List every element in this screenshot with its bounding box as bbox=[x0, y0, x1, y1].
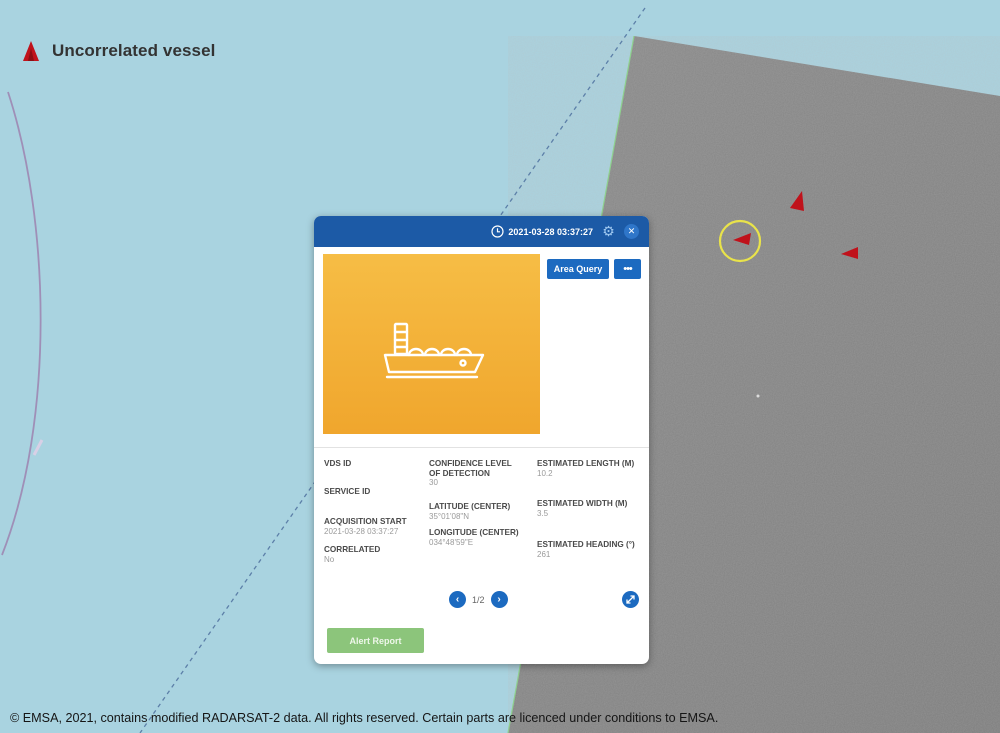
vessel-detail-popup: 2021-03-28 03:37:27 ⚙ ✕ Area Query ••• V… bbox=[314, 216, 649, 664]
field-label: ESTIMATED WIDTH (M) bbox=[537, 499, 628, 508]
zone-boundary-curve bbox=[1, 91, 42, 556]
field-value: 261 bbox=[537, 549, 551, 559]
field-label: ESTIMATED LENGTH (M) bbox=[537, 459, 635, 468]
field-estimated-width: ESTIMATED WIDTH (M) 3.5 bbox=[537, 499, 637, 519]
field-value: No bbox=[324, 554, 335, 564]
field-label: LONGITUDE (CENTER) bbox=[429, 528, 519, 537]
close-icon[interactable]: ✕ bbox=[624, 224, 639, 239]
field-estimated-heading: ESTIMATED HEADING (°) 261 bbox=[537, 540, 637, 560]
clock-icon bbox=[491, 225, 505, 238]
sar-bright-speck bbox=[756, 394, 760, 398]
zone-boundary-curve-mark bbox=[32, 439, 44, 456]
field-value: 30 bbox=[429, 478, 438, 487]
expand-icon[interactable] bbox=[622, 591, 639, 608]
next-page-button[interactable]: › bbox=[490, 591, 508, 608]
vessel-thumbnail bbox=[323, 254, 540, 434]
field-longitude: LONGITUDE (CENTER) 034°48'59"E bbox=[429, 528, 537, 548]
field-value: 2021-03-28 03:37:27 bbox=[324, 526, 399, 536]
popup-header: 2021-03-28 03:37:27 ⚙ ✕ bbox=[314, 216, 649, 247]
prev-page-button[interactable]: ‹ bbox=[449, 591, 466, 608]
settings-gear-icon[interactable]: ⚙ bbox=[600, 223, 617, 239]
field-estimated-length: ESTIMATED LENGTH (M) 10.2 bbox=[537, 459, 637, 479]
field-service-id: SERVICE ID bbox=[324, 487, 370, 497]
field-confidence: CONFIDENCE LEVEL OF DETECTION 30 bbox=[429, 459, 525, 488]
field-label: SERVICE ID bbox=[324, 487, 371, 496]
field-value: 3.5 bbox=[537, 508, 549, 518]
more-options-button[interactable]: ••• bbox=[614, 259, 641, 279]
field-vds-id: VDS ID bbox=[324, 459, 351, 469]
field-label: CONFIDENCE LEVEL OF DETECTION bbox=[429, 459, 512, 478]
page-indicator: 1/2 bbox=[472, 594, 485, 605]
timestamp-text: 2021-03-28 03:37:27 bbox=[508, 226, 593, 237]
field-label: ACQUISITION START bbox=[324, 517, 407, 526]
field-label: CORRELATED bbox=[324, 545, 381, 554]
field-correlated: CORRELATED No bbox=[324, 545, 380, 565]
area-query-button[interactable]: Area Query bbox=[547, 259, 609, 279]
ship-icon bbox=[383, 322, 485, 379]
red-triangle-icon bbox=[23, 41, 39, 61]
copyright-notice: © EMSA, 2021, contains modified RADARSAT… bbox=[10, 711, 719, 725]
field-value: 10.2 bbox=[537, 468, 553, 478]
field-value: 35°01'08"N bbox=[429, 511, 470, 521]
alert-report-button[interactable]: Alert Report bbox=[327, 628, 424, 653]
field-label: VDS ID bbox=[324, 459, 352, 468]
timestamp: 2021-03-28 03:37:27 bbox=[491, 225, 593, 238]
map-view[interactable]: Uncorrelated vessel 2021-03-28 03:37:27 … bbox=[0, 0, 1000, 733]
popup-divider bbox=[314, 447, 649, 448]
field-value: 034°48'59"E bbox=[429, 537, 474, 547]
map-legend: Uncorrelated vessel bbox=[22, 40, 215, 62]
field-label: ESTIMATED HEADING (°) bbox=[537, 540, 635, 549]
field-acquisition-start: ACQUISITION START 2021-03-28 03:37:27 bbox=[324, 517, 424, 537]
field-latitude: LATITUDE (CENTER) 35°01'08"N bbox=[429, 502, 535, 522]
field-label: LATITUDE (CENTER) bbox=[429, 502, 511, 511]
pagination: ‹ 1/2 › bbox=[449, 591, 508, 608]
legend-label: Uncorrelated vessel bbox=[52, 41, 216, 60]
